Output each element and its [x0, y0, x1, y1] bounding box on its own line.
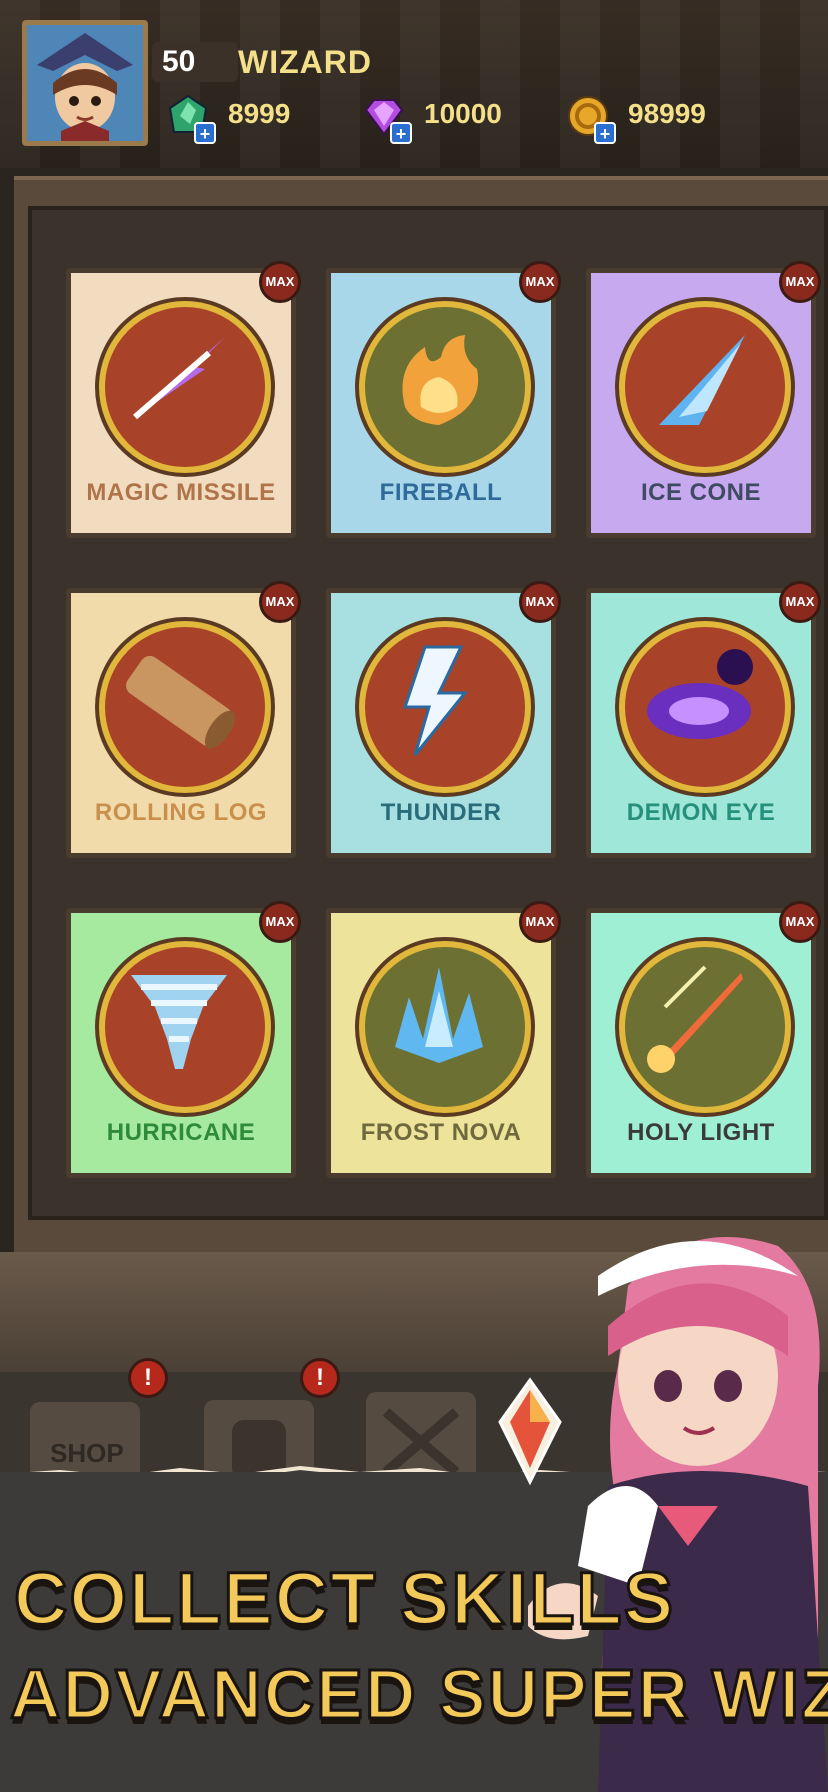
skill-label: HOLY LIGHT — [627, 1119, 775, 1146]
backpack-alert-icon: ! — [300, 1358, 340, 1398]
ice-cone-icon — [619, 301, 791, 473]
skill-label: ICE CONE — [640, 479, 761, 506]
player-name: WIZARD — [238, 44, 372, 80]
max-badge: MAX — [519, 901, 561, 943]
add-diamond-button[interactable]: + — [390, 122, 412, 144]
add-emerald-button[interactable]: + — [194, 122, 216, 144]
skill-label: FIREBALL — [379, 479, 503, 506]
skill-card-rolling-log[interactable]: ROLLING LOG MAX — [66, 581, 301, 858]
diamond-counter: + 10000 — [362, 94, 522, 144]
hurricane-icon — [99, 941, 271, 1113]
player-avatar[interactable] — [22, 20, 148, 146]
skill-card-holy-light[interactable]: HOLY LIGHT MAX — [586, 901, 821, 1178]
emerald-value: 8999 — [228, 98, 291, 129]
skill-card-ice-cone[interactable]: ICE CONE MAX — [586, 261, 821, 538]
emerald-counter: + 8999 — [166, 94, 306, 144]
skill-grid: MAGIC MISSILE MAX FIREBALL MAX ICE CONE … — [28, 206, 828, 1220]
gold-value: 98999 — [628, 98, 706, 129]
promo-title: COLLECT SKILLS — [12, 1556, 676, 1642]
max-badge: MAX — [259, 901, 301, 943]
skill-card-fireball[interactable]: FIREBALL MAX — [326, 261, 561, 538]
skill-board: MAGIC MISSILE MAX FIREBALL MAX ICE CONE … — [14, 176, 828, 1256]
demon-eye-icon — [619, 621, 791, 793]
frost-nova-icon — [359, 941, 531, 1113]
skill-label: MAGIC MISSILE — [86, 479, 276, 506]
max-badge: MAX — [779, 581, 821, 623]
skill-card-magic-missile[interactable]: MAGIC MISSILE MAX — [66, 261, 301, 538]
holy-light-icon — [619, 941, 791, 1113]
max-badge: MAX — [519, 261, 561, 303]
thunder-icon — [359, 621, 531, 793]
shop-alert-icon: ! — [128, 1358, 168, 1398]
promo-subtitle: ADVANCED SUPER WIZARD — [10, 1654, 828, 1734]
skill-card-frost-nova[interactable]: FROST NOVA MAX — [326, 901, 561, 1178]
add-gold-button[interactable]: + — [594, 122, 616, 144]
rolling-log-icon — [99, 621, 271, 793]
skill-label: ROLLING LOG — [94, 799, 268, 826]
max-badge: MAX — [259, 581, 301, 623]
fireball-icon — [359, 301, 531, 473]
max-badge: MAX — [259, 261, 301, 303]
magic-missile-icon — [99, 301, 271, 473]
player-level: 50 — [152, 42, 238, 82]
skill-label: FROST NOVA — [360, 1119, 522, 1146]
skill-card-thunder[interactable]: THUNDER MAX — [326, 581, 561, 858]
max-badge: MAX — [519, 581, 561, 623]
max-badge: MAX — [779, 261, 821, 303]
top-bar: 50 WIZARD + 8999 + 10000 + 98999 — [0, 0, 828, 168]
skill-card-demon-eye[interactable]: DEMON EYE MAX — [586, 581, 821, 858]
skill-label: HURRICANE — [106, 1119, 256, 1146]
diamond-value: 10000 — [424, 98, 502, 129]
max-badge: MAX — [779, 901, 821, 943]
skill-card-hurricane[interactable]: HURRICANE MAX — [66, 901, 301, 1178]
skill-label: THUNDER — [380, 799, 502, 826]
gold-counter: + 98999 — [566, 94, 736, 144]
skill-label: DEMON EYE — [626, 799, 776, 826]
